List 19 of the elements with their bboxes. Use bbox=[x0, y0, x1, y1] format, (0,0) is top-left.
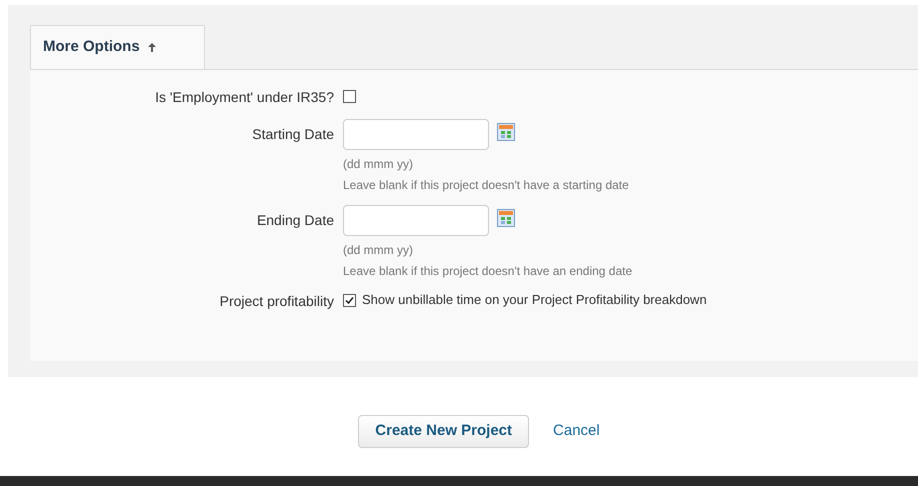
date-format-hint: (dd mmm yy) bbox=[343, 156, 414, 173]
field-label: Starting Date bbox=[252, 126, 334, 142]
field-label: Project profitability bbox=[220, 293, 334, 309]
checkbox[interactable] bbox=[343, 294, 356, 306]
create-project-button[interactable]: Create New Project bbox=[358, 415, 530, 448]
more-options-tab[interactable]: More Options bbox=[30, 25, 205, 69]
up-arrow-icon bbox=[148, 43, 156, 52]
field-label: Is 'Employment' under IR35? bbox=[155, 89, 334, 105]
field-label: Ending Date bbox=[256, 212, 334, 228]
cancel-link[interactable]: Cancel bbox=[553, 420, 600, 443]
date-input[interactable] bbox=[343, 119, 489, 150]
date-input[interactable] bbox=[343, 205, 489, 236]
date-format-hint: (dd mmm yy) bbox=[343, 242, 414, 259]
calendar-icon[interactable] bbox=[497, 123, 515, 141]
help-text: Leave blank if this project doesn't have a starting date bbox=[343, 177, 629, 194]
checkbox[interactable] bbox=[343, 90, 356, 102]
checkbox-label: Show unbillable time on your Project Profitability breakdown bbox=[362, 291, 707, 310]
help-text: Leave blank if this project doesn't have an ending date bbox=[343, 263, 632, 280]
calendar-icon[interactable] bbox=[497, 209, 515, 227]
